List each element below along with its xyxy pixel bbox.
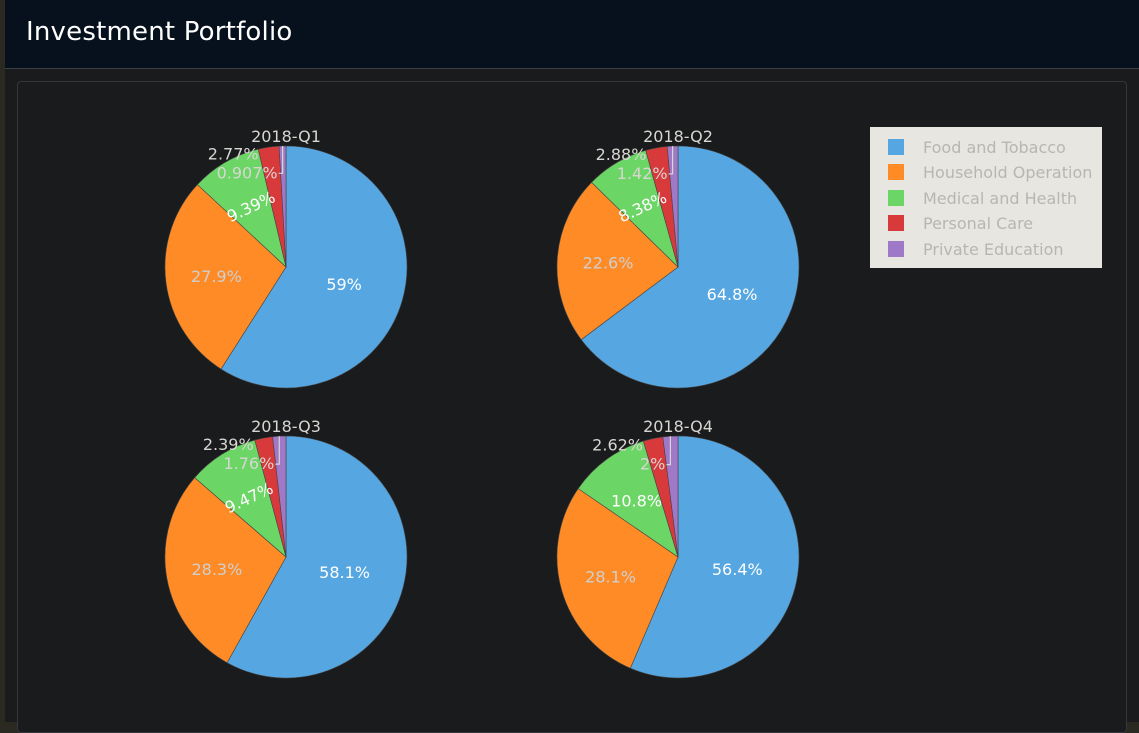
slice-value-label: 64.8% [707, 285, 758, 304]
slice-value-label: 27.9% [191, 267, 242, 286]
legend-item[interactable]: Household Operation [888, 162, 1092, 182]
legend-label: Personal Care [923, 213, 1034, 233]
slice-value-label: 2.77% [208, 144, 259, 163]
slice-value-label: 58.1% [319, 563, 370, 582]
legend-item[interactable]: Private Education [888, 239, 1064, 259]
legend-swatch [888, 215, 904, 231]
legend-label: Private Education [923, 239, 1064, 259]
legend-label: Food and Tobacco [923, 137, 1066, 157]
slice-value-label: 56.4% [712, 560, 763, 579]
legend-swatch [888, 164, 904, 180]
pie-chart[interactable]: 2018-Q159%27.9%9.39%2.77%0.907% [164, 127, 408, 389]
slice-value-label: 22.6% [583, 253, 634, 272]
pie-chart[interactable]: 2018-Q358.1%28.3%9.47%2.39%1.76% [164, 417, 408, 679]
pie-title: 2018-Q4 [643, 417, 713, 436]
legend-swatch [888, 139, 904, 155]
legend-item[interactable]: Food and Tobacco [888, 137, 1066, 157]
slice-value-label: 0.907% [217, 163, 278, 182]
chart-legend[interactable]: Food and Tobacco Household Operation Med… [870, 127, 1102, 268]
pie-chart[interactable]: 2018-Q4 56.4% 28.1% 10.8% 2.62%2% [556, 417, 800, 679]
slice-value-label: 28.1% [585, 568, 636, 587]
slice-value-label: 10.8% [611, 491, 662, 510]
slice-value-label: 2.62% [592, 436, 643, 455]
slice-value-label: 2.39% [203, 435, 254, 454]
pie-title: 2018-Q3 [251, 417, 321, 436]
slice-value-label: 1.42% [617, 164, 668, 183]
slice-value-label: 2% [640, 455, 665, 474]
pie-title: 2018-Q2 [643, 127, 713, 146]
legend-item[interactable]: Personal Care [888, 213, 1033, 233]
slice-value-label: 59% [326, 275, 362, 294]
legend-swatch [888, 241, 904, 257]
legend-label: Medical and Health [923, 188, 1078, 208]
legend-swatch [888, 190, 904, 206]
pie-chart[interactable]: 2018-Q264.8%22.6%8.38%2.88%1.42% [556, 127, 800, 389]
pie-title: 2018-Q1 [251, 127, 321, 146]
slice-value-label: 1.76% [223, 454, 274, 473]
slice-value-label: 28.3% [191, 560, 242, 579]
pie-charts: 2018-Q159%27.9%9.39%2.77%0.907%2018-Q264… [164, 127, 800, 679]
legend-label: Household Operation [923, 162, 1093, 182]
legend-item[interactable]: Medical and Health [888, 188, 1077, 208]
slice-value-label: 2.88% [596, 145, 647, 164]
